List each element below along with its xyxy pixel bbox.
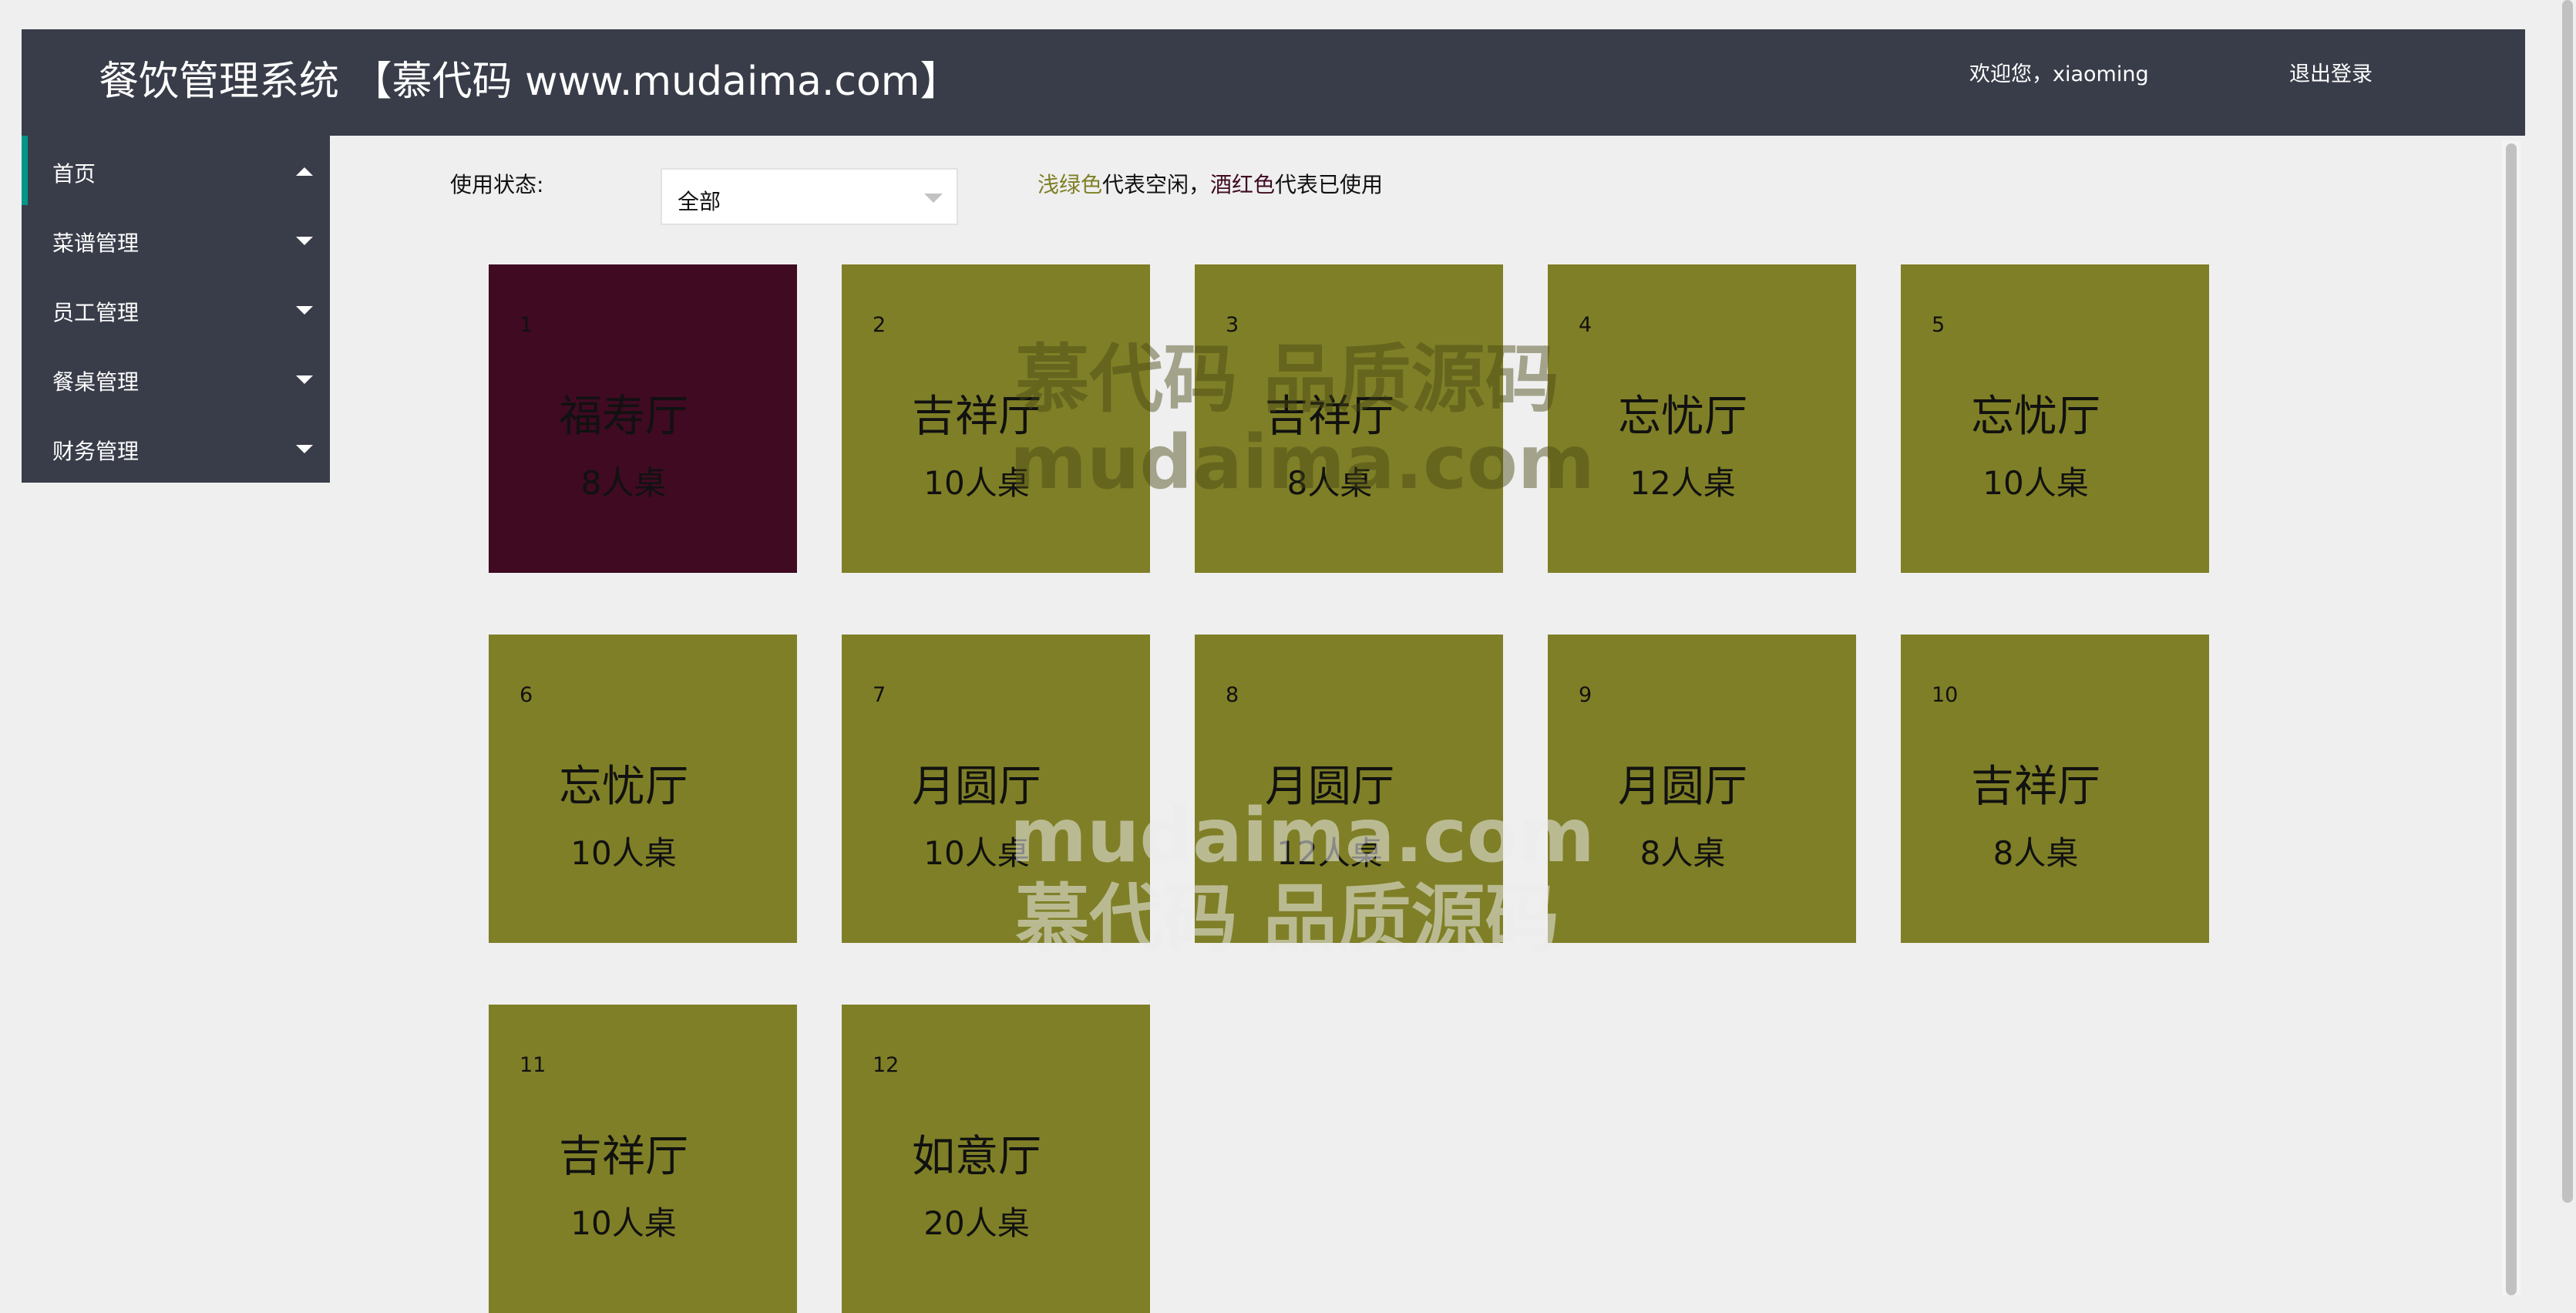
table-name: 月圆厅 [1618, 762, 1747, 812]
table-name: 吉祥厅 [559, 1132, 688, 1182]
chevron-down-icon [296, 306, 313, 315]
table-number: 11 [520, 1053, 546, 1077]
table-number: 7 [873, 683, 886, 707]
table-size: 8人桌 [1993, 834, 2079, 872]
table-name: 吉祥厅 [912, 392, 1041, 442]
table-card[interactable]: 6 忘忧厅 10人桌 [489, 635, 797, 943]
table-card[interactable]: 12 如意厅 20人桌 [842, 1005, 1150, 1313]
table-card[interactable]: 8 月圆厅 12人桌 [1195, 635, 1503, 943]
sidebar-item-menu-management[interactable]: 菜谱管理 [22, 205, 330, 274]
table-name: 月圆厅 [912, 762, 1041, 812]
table-number: 10 [1932, 683, 1959, 707]
table-size: 12人桌 [1629, 464, 1736, 502]
table-number: 8 [1226, 683, 1239, 707]
table-number: 5 [1932, 313, 1945, 337]
logout-link[interactable]: 退出登录 [2289, 57, 2373, 87]
table-number: 1 [520, 313, 533, 337]
table-size: 12人桌 [1276, 834, 1383, 872]
table-size: 10人桌 [923, 834, 1030, 872]
sidebar-item-label: 财务管理 [52, 439, 140, 464]
sidebar-item-home[interactable]: 首页 [22, 136, 330, 205]
table-size: 8人桌 [1286, 464, 1373, 502]
table-card[interactable]: 7 月圆厅 10人桌 [842, 635, 1150, 943]
window-scrollbar[interactable] [2562, 0, 2573, 1203]
app-title: 餐饮管理系统 【慕代码 www.mudaima.com】 [99, 59, 960, 105]
table-card[interactable]: 3 吉祥厅 8人桌 [1195, 264, 1503, 573]
sidebar: 首页 菜谱管理 员工管理 餐桌管理 财务管理 [22, 136, 330, 483]
table-number: 3 [1226, 313, 1239, 337]
table-size: 8人桌 [580, 464, 667, 502]
sidebar-item-label: 餐桌管理 [52, 369, 140, 395]
table-size: 10人桌 [570, 834, 677, 872]
sidebar-item-staff-management[interactable]: 员工管理 [22, 274, 330, 344]
legend-free-color: 浅绿色 [1037, 172, 1103, 197]
color-legend: 浅绿色代表空闲，酒红色代表已使用 [1037, 168, 1383, 199]
table-number: 12 [873, 1053, 900, 1077]
table-card[interactable]: 5 忘忧厅 10人桌 [1901, 264, 2209, 573]
legend-used-color: 酒红色 [1210, 172, 1276, 197]
content-scrollbar-thumb[interactable] [2506, 143, 2517, 1295]
table-card[interactable]: 10 吉祥厅 8人桌 [1901, 635, 2209, 943]
welcome-text: 欢迎您，xiaoming [1969, 62, 2149, 86]
chevron-up-icon [296, 167, 313, 176]
legend-used-desc: 代表已使用 [1275, 172, 1384, 197]
table-name: 福寿厅 [559, 392, 688, 442]
table-card[interactable]: 4 忘忧厅 12人桌 [1548, 264, 1856, 573]
table-number: 9 [1579, 683, 1592, 707]
table-name: 如意厅 [912, 1132, 1041, 1182]
table-number: 2 [873, 313, 886, 337]
table-name: 忘忧厅 [1618, 392, 1747, 442]
table-card[interactable]: 1 福寿厅 8人桌 [489, 264, 797, 573]
table-card[interactable]: 9 月圆厅 8人桌 [1548, 635, 1856, 943]
table-size: 10人桌 [570, 1204, 677, 1242]
sidebar-item-label: 员工管理 [52, 300, 140, 325]
table-card[interactable]: 11 吉祥厅 10人桌 [489, 1005, 797, 1313]
table-name: 忘忧厅 [1971, 392, 2100, 442]
status-filter-label: 使用状态: [450, 172, 544, 197]
sidebar-item-table-management[interactable]: 餐桌管理 [22, 344, 330, 413]
table-card[interactable]: 2 吉祥厅 10人桌 [842, 264, 1150, 573]
table-size: 8人桌 [1639, 834, 1726, 872]
sidebar-item-label: 首页 [52, 161, 96, 187]
status-filter-value: 全部 [678, 189, 721, 214]
status-filter-select[interactable]: 全部 [661, 168, 958, 225]
tables-grid: 1 福寿厅 8人桌 2 吉祥厅 10人桌 3 吉祥厅 8人桌 4 忘忧厅 12人… [489, 264, 2215, 1313]
top-header: 餐饮管理系统 【慕代码 www.mudaima.com】 欢迎您，xiaomin… [22, 29, 2525, 136]
sidebar-item-label: 菜谱管理 [52, 231, 140, 256]
chevron-down-icon [296, 237, 313, 245]
table-number: 6 [520, 683, 533, 707]
table-size: 10人桌 [923, 464, 1030, 502]
table-size: 10人桌 [1982, 464, 2089, 502]
table-name: 吉祥厅 [1971, 762, 2100, 812]
table-name: 吉祥厅 [1265, 392, 1394, 442]
legend-free-desc: 代表空闲， [1102, 172, 1211, 197]
chevron-down-icon [296, 375, 313, 384]
table-size: 20人桌 [923, 1204, 1030, 1242]
sidebar-item-finance-management[interactable]: 财务管理 [22, 413, 330, 483]
table-name: 月圆厅 [1265, 762, 1394, 812]
chevron-down-icon [296, 445, 313, 453]
table-number: 4 [1579, 313, 1592, 337]
table-name: 忘忧厅 [559, 762, 688, 812]
chevron-down-icon [924, 194, 943, 203]
